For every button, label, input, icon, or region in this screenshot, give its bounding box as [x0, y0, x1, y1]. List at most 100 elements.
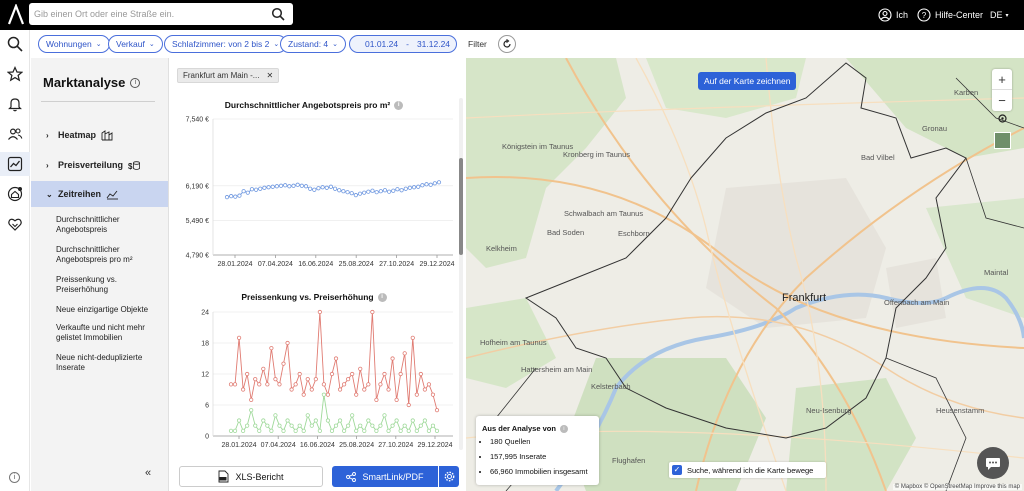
data-point — [416, 184, 421, 189]
page-title: Marktanalyse i — [43, 75, 141, 90]
data-point — [366, 189, 371, 194]
map-view[interactable]: Auf der Karte zeichnen + − Königstein im… — [466, 58, 1024, 491]
map-attribution[interactable]: © Mapbox © OpenStreetMap Improve this ma… — [892, 484, 1022, 490]
map-label: Hofheim am Taunus — [480, 338, 547, 347]
x-tick-label: 07.04.2024 — [261, 442, 296, 449]
filter-bar: Wohnungen ⌄ Verkauf ⌄ Schlafzimmer: von 2 … — [30, 30, 1024, 58]
x-tick-label: 25.08.2024 — [339, 261, 374, 268]
data-point — [289, 387, 294, 392]
data-point — [305, 377, 310, 382]
help-center-link[interactable]: ? Hilfe-Center — [917, 0, 983, 30]
draw-on-map-button[interactable]: Auf der Karte zeichnen — [698, 72, 797, 90]
rail-valuation[interactable] — [5, 184, 25, 204]
subnav-sold-delisted[interactable]: Verkaufte und nicht mehr gelistet Immobi… — [56, 323, 166, 343]
language-switch[interactable]: DE ▾ — [990, 0, 1009, 30]
avg-price-sqm-chart[interactable]: 7,540 € 6,190 € 5,490 € 4,790 € 28.01.2024 07… — [169, 114, 459, 274]
analysis-sources: 180 Quellen — [490, 437, 588, 446]
satellite-layer-toggle[interactable] — [994, 132, 1011, 149]
nav-item-time-series[interactable]: ⌄ Zeitreihen — [31, 181, 168, 207]
app-logo-icon[interactable] — [6, 4, 26, 26]
subnav-price-change[interactable]: Preissenkung vs. Preiserhöhung — [56, 275, 166, 295]
rail-market-analysis[interactable] — [0, 152, 30, 176]
user-menu[interactable]: Ich — [878, 0, 908, 30]
y-tick-label: 4,790 € — [186, 253, 209, 260]
filter-chip-bedrooms[interactable]: Schlafzimmer: von 2 bis 2 ⌄ — [164, 35, 288, 53]
data-point — [414, 428, 419, 433]
x-tick-label: 27.10.2024 — [378, 442, 413, 449]
rail-search[interactable] — [5, 34, 25, 54]
locate-button[interactable] — [992, 108, 1012, 128]
data-point — [228, 382, 234, 387]
data-point — [245, 423, 250, 428]
chat-bubble-icon — [986, 457, 1000, 470]
price-change-chart[interactable]: 24 18 12 6 0 28.01.2024 07.04.2024 16.06.2024 25… — [169, 306, 459, 456]
data-point — [354, 428, 359, 433]
nav-item-heatmap[interactable]: › Heatmap — [31, 122, 168, 148]
info-icon[interactable]: i — [377, 293, 387, 303]
zoom-control: + − — [992, 69, 1012, 111]
map-label: Kelkheim — [486, 244, 517, 253]
data-point — [434, 408, 440, 413]
filter-button[interactable]: Filter — [468, 39, 487, 49]
location-chip[interactable]: Frankfurt am Main -... ✕ — [177, 68, 280, 83]
filter-chip-condition[interactable]: Zustand: 4 ⌄ — [280, 35, 347, 53]
nav-item-price-distribution[interactable]: › Preisverteilung $ — [31, 152, 168, 178]
search-icon[interactable] — [271, 7, 285, 21]
rail-favorites[interactable] — [5, 64, 25, 84]
filter-chip-label: Schlafzimmer: von 2 bis 2 — [172, 39, 270, 49]
info-icon[interactable]: i — [130, 77, 141, 88]
close-icon[interactable]: ✕ — [266, 71, 273, 80]
location-search[interactable] — [29, 3, 293, 25]
data-point — [394, 418, 399, 423]
map-label: Karben — [954, 88, 979, 97]
subnav-new-listings[interactable]: Neue nicht-deduplizierte Inserate — [56, 353, 166, 373]
chart-title-price-change: Preissenkung vs. Preiserhöhung i — [169, 292, 459, 303]
checkbox-checked[interactable]: ✓ — [672, 465, 682, 475]
data-point — [382, 413, 387, 418]
x-tick-label: 29.12.2024 — [417, 442, 452, 449]
filter-chip-transaction[interactable]: Verkauf ⌄ — [108, 35, 163, 53]
smartlink-pdf-button[interactable]: SmartLink/PDF — [332, 466, 438, 487]
data-point — [329, 371, 335, 377]
rail-handshake[interactable] — [5, 214, 25, 234]
chat-button[interactable] — [977, 447, 1009, 479]
location-chip-label: Frankfurt am Main -... — [183, 71, 260, 80]
info-icon[interactable]: i — [559, 425, 568, 434]
info-icon[interactable]: i — [9, 472, 20, 483]
info-icon[interactable]: i — [394, 101, 404, 111]
search-while-moving-label: Suche, während ich die Karte bewege — [687, 465, 814, 475]
data-point — [374, 397, 379, 402]
data-point — [430, 423, 436, 428]
rail-contacts[interactable] — [5, 124, 25, 144]
export-settings-button[interactable] — [439, 466, 459, 487]
data-point — [406, 402, 411, 408]
subnav-avg-price[interactable]: Durchschnittlicher Angebotspreis — [56, 215, 166, 235]
data-point — [324, 185, 329, 190]
data-point — [374, 428, 379, 433]
data-point — [258, 186, 263, 191]
xls-report-button[interactable]: XLS-Bericht — [179, 466, 323, 487]
x-tick-label: 29.12.2024 — [419, 261, 454, 268]
reset-filters-button[interactable] — [498, 35, 516, 53]
data-point — [287, 184, 292, 189]
data-point — [297, 423, 302, 428]
analysis-summary-list: 180 Quellen 157,995 Inserate 66,960 Immo… — [490, 437, 588, 482]
search-while-moving-toggle[interactable]: ✓ Suche, während ich die Karte bewege — [669, 462, 826, 478]
location-search-input[interactable] — [34, 6, 264, 22]
map-label-city: Frankfurt — [782, 292, 827, 304]
collapse-panel-button[interactable]: « — [145, 467, 151, 479]
zoom-in-button[interactable]: + — [992, 69, 1012, 90]
subnav-new-unique-objects[interactable]: Neue einzigartige Objekte — [56, 305, 166, 315]
data-point — [301, 428, 306, 433]
date-range-picker[interactable]: 01.01.24 - 31.12.24 — [349, 35, 457, 53]
data-point — [420, 183, 425, 188]
data-point — [277, 382, 282, 387]
filter-chip-property-type[interactable]: Wohnungen ⌄ — [38, 35, 110, 53]
data-point — [261, 418, 266, 423]
subnav-avg-price-sqm[interactable]: Durchschnittlicher Angebotspreis pro m² — [56, 245, 166, 265]
rail-notifications[interactable] — [5, 94, 25, 114]
data-point — [257, 382, 262, 387]
gear-icon — [444, 471, 454, 482]
scrollbar-thumb[interactable] — [459, 158, 463, 255]
scrollbar-track[interactable] — [459, 98, 463, 450]
